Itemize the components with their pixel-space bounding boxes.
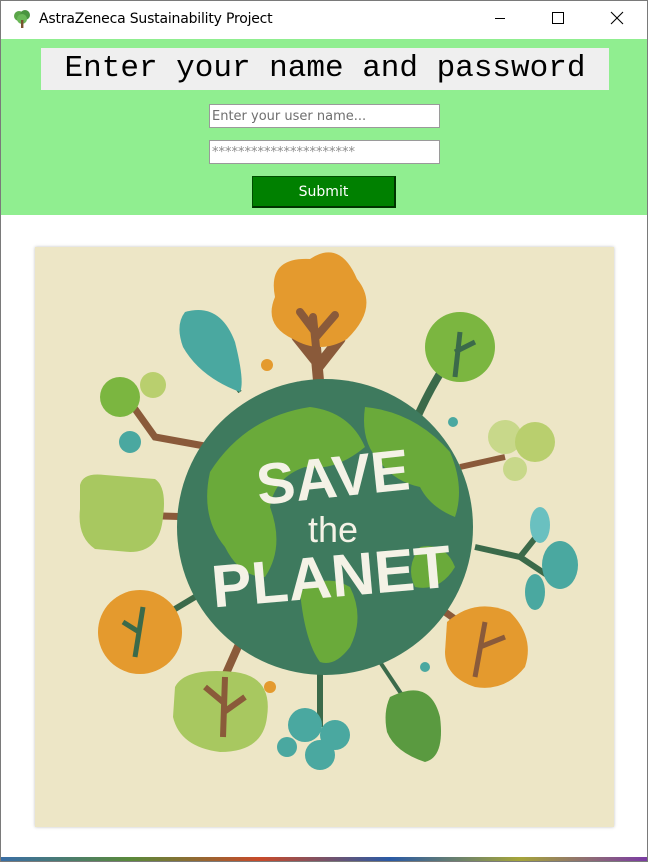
submit-button-label: Submit	[298, 183, 349, 200]
minimize-button[interactable]	[471, 1, 529, 39]
title-bar[interactable]: AstraZeneca Sustainability Project	[1, 1, 647, 39]
window-title: AstraZeneca Sustainability Project	[39, 11, 273, 27]
username-input[interactable]	[209, 104, 440, 128]
tree-icon	[12, 9, 32, 29]
login-panel: Enter your name and password Submit	[1, 39, 647, 215]
app-window: AstraZeneca Sustainability Project Enter…	[0, 0, 648, 862]
close-button[interactable]	[588, 1, 646, 39]
close-icon	[610, 11, 624, 30]
save-the-planet-image: SAVE the PLANET	[35, 247, 614, 827]
password-input[interactable]	[209, 140, 440, 164]
submit-button[interactable]: Submit	[252, 176, 396, 208]
login-heading: Enter your name and password	[41, 48, 609, 90]
minimize-icon	[494, 11, 506, 29]
background-taskbar-strip	[1, 857, 647, 861]
maximize-icon	[552, 11, 564, 29]
maximize-button[interactable]	[529, 1, 587, 39]
poster-illustration: SAVE the PLANET	[79, 252, 578, 770]
